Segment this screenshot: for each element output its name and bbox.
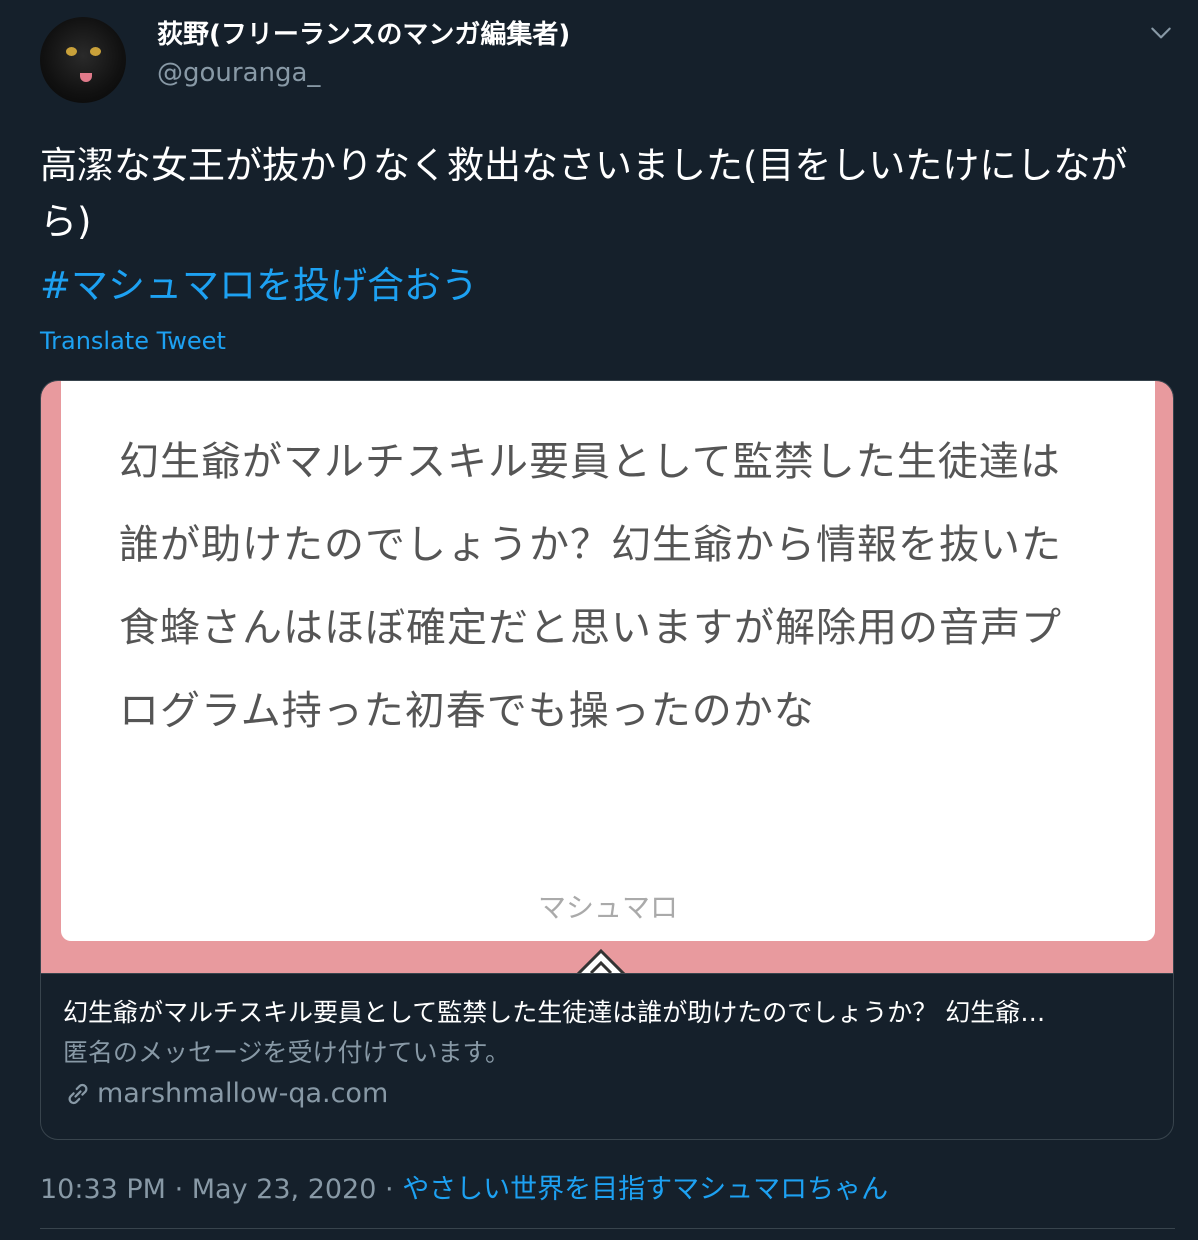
card-domain: marshmallow-qa.com [63,1077,388,1111]
meta-separator: · [174,1174,184,1205]
link-card[interactable]: 幻生爺がマルチスキル要員として監禁した生徒達は誰が助けたのでしょうか？幻生爺から… [40,380,1174,1140]
card-title: 幻生爺がマルチスキル要員として監禁した生徒達は誰が助けたのでしょうか？ 幻生爺… [63,998,1046,1027]
card-domain-text: marshmallow-qa.com [97,1078,389,1109]
tweet-time[interactable]: 10:33 PM [40,1174,166,1205]
tweet-text: 高潔な女王が抜かりなく救出なさいました(目をしいたけにしながら) [40,144,1128,243]
user-handle[interactable]: @gouranga_ [157,56,320,90]
tweet: 荻野(フリーランスのマンガ編集者) @gouranga_ 高潔な女王が抜かりなく… [0,0,1198,1240]
card-image[interactable]: 幻生爺がマルチスキル要員として監禁した生徒達は誰が助けたのでしょうか？幻生爺から… [41,381,1173,973]
meta-separator-2: · [385,1174,394,1205]
translate-tweet-link[interactable]: Translate Tweet [40,325,226,357]
link-icon [68,1083,88,1105]
avatar-tongue [80,73,92,82]
card-meta[interactable]: 幻生爺がマルチスキル要員として監禁した生徒達は誰が助けたのでしょうか？ 幻生爺…… [41,973,1173,1139]
chevron-down-icon[interactable] [1148,20,1174,46]
tweet-meta: 10:33 PM · May 23, 2020 · やさしい世界を目指すマシュマ… [40,1172,888,1208]
avatar-eye-left [66,47,77,56]
marshmallow-logo-icon [576,948,626,973]
card-image-question: 幻生爺がマルチスキル要員として監禁した生徒達は誰が助けたのでしょうか？幻生爺から… [119,439,1062,734]
card-image-brand: マシュマロ [537,891,678,924]
divider [40,1228,1175,1229]
avatar[interactable] [40,17,126,103]
card-image-panel: 幻生爺がマルチスキル要員として監禁した生徒達は誰が助けたのでしょうか？幻生爺から… [61,381,1155,941]
display-name[interactable]: 荻野(フリーランスのマンガ編集者) [157,18,570,52]
hashtag-link[interactable]: #マシュマロを投げ合おう [40,258,478,314]
avatar-eye-right [90,47,101,56]
tweet-source-link[interactable]: やさしい世界を目指すマシュマロちゃん [402,1174,888,1205]
card-description: 匿名のメッセージを受け付けています。 [63,1038,511,1067]
tweet-date[interactable]: May 23, 2020 [192,1174,377,1205]
